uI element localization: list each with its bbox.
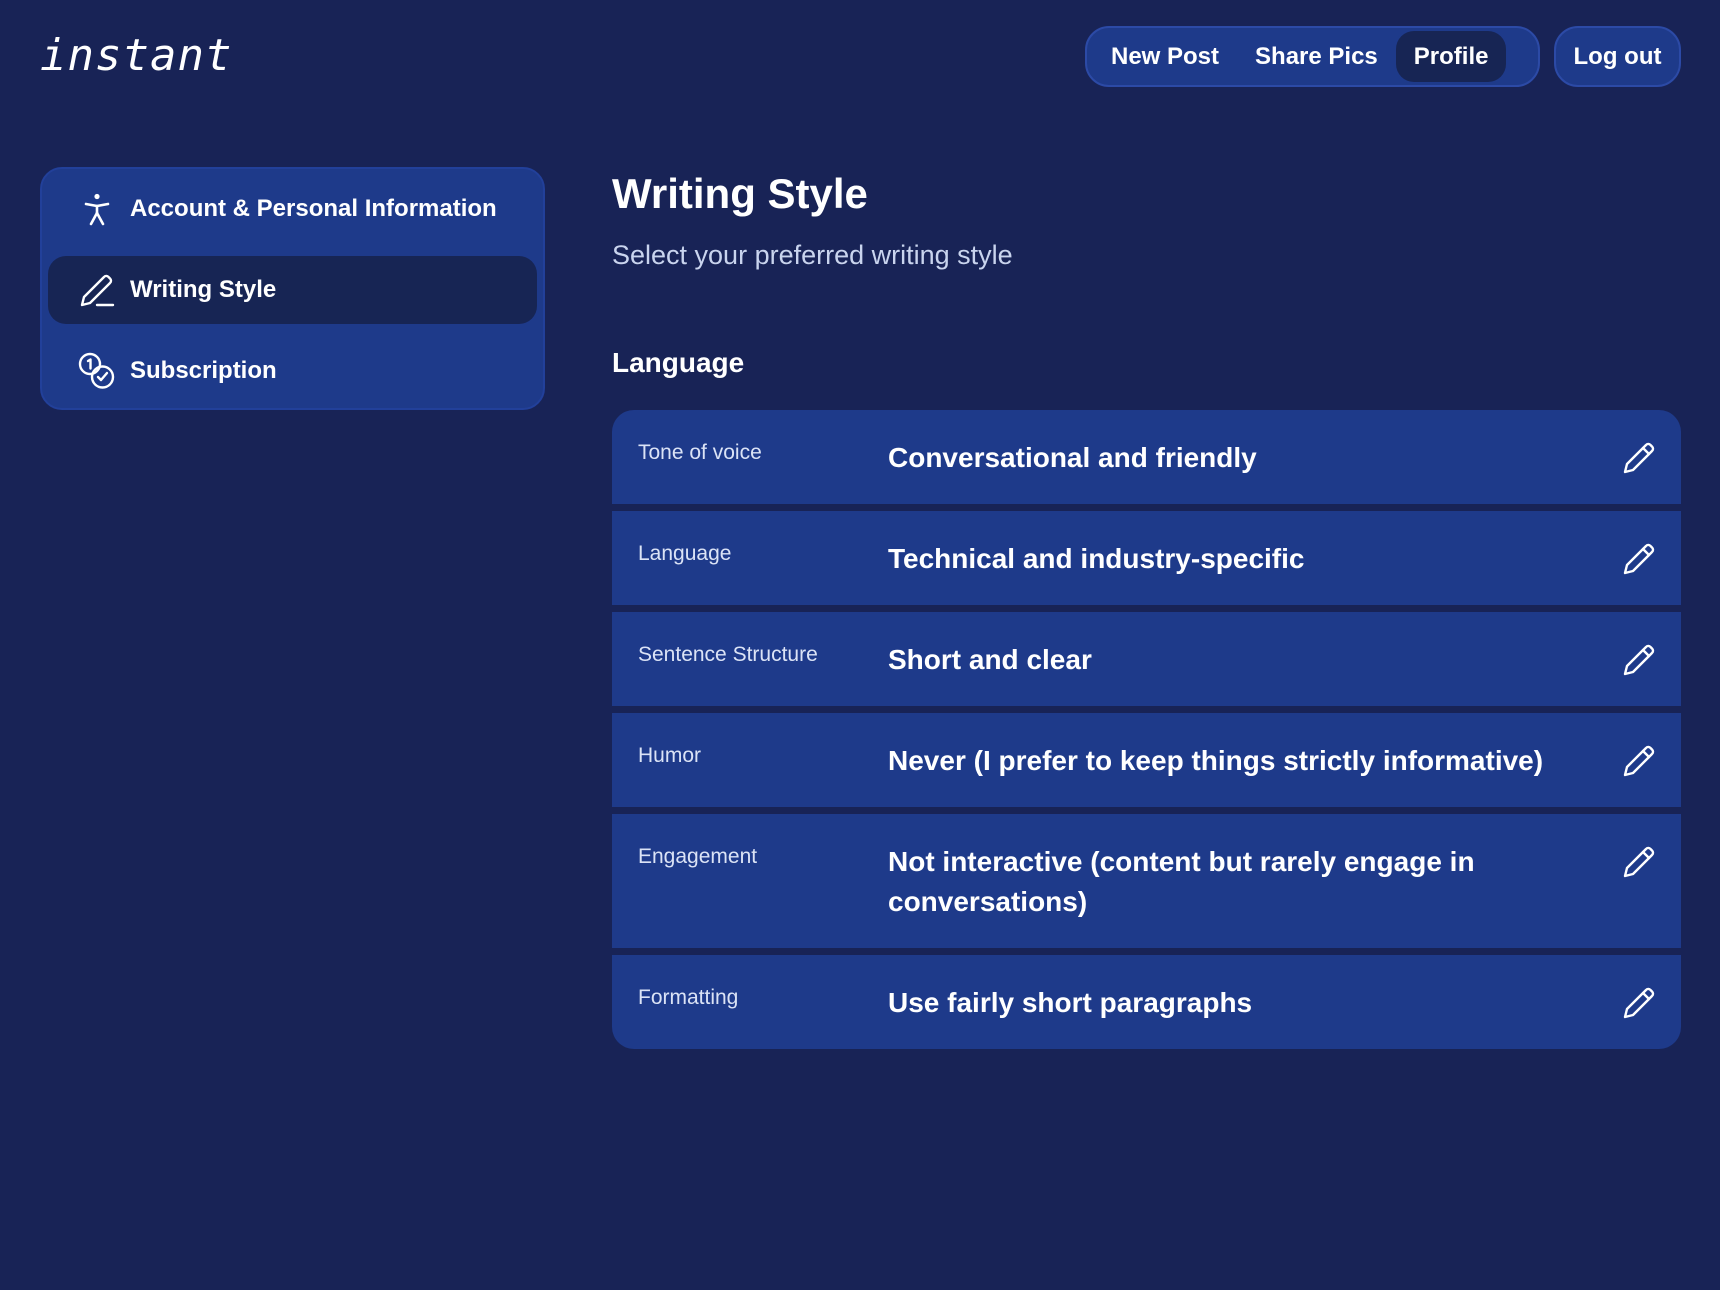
edit-pencil-icon[interactable] (1619, 741, 1659, 781)
logout-button[interactable]: Log out (1554, 26, 1681, 87)
edit-pencil-icon[interactable] (1619, 640, 1659, 680)
setting-value: Technical and industry-specific (888, 543, 1305, 574)
page-title: Writing Style (612, 170, 868, 217)
sidebar-item-label: Writing Style (130, 276, 277, 303)
page-subtitle: Select your preferred writing style (612, 240, 1013, 270)
top-nav: New Post Share Pics Profile (1085, 26, 1540, 87)
sidebar-item-subscription[interactable]: Subscription (48, 337, 537, 405)
setting-label: Language (638, 542, 732, 565)
edit-pencil-icon[interactable] (1619, 842, 1659, 882)
setting-value: Never (I prefer to keep things strictly … (888, 745, 1544, 776)
person-icon (78, 190, 116, 228)
setting-row-sentence-structure[interactable]: Sentence Structure Short and clear (612, 612, 1681, 706)
setting-row-engagement[interactable]: Engagement Not interactive (content but … (612, 814, 1681, 948)
setting-value: Short and clear (888, 644, 1092, 675)
setting-label: Formatting (638, 986, 739, 1009)
nav-profile[interactable]: Profile (1395, 31, 1507, 82)
coins-icon (78, 352, 116, 390)
setting-row-formatting[interactable]: Formatting Use fairly short paragraphs (612, 955, 1681, 1049)
settings-list: Tone of voice Conversational and friendl… (612, 410, 1681, 1049)
setting-value: Use fairly short paragraphs (888, 987, 1253, 1018)
setting-label: Tone of voice (638, 441, 762, 464)
setting-label: Humor (638, 744, 702, 767)
edit-pencil-icon[interactable] (1619, 438, 1659, 478)
setting-label: Sentence Structure (638, 643, 818, 666)
sidebar-item-writing-style[interactable]: Writing Style (48, 256, 537, 324)
setting-row-humor[interactable]: Humor Never (I prefer to keep things str… (612, 713, 1681, 807)
edit-pencil-icon[interactable] (1619, 983, 1659, 1023)
pen-icon (78, 271, 116, 309)
setting-value: Conversational and friendly (888, 442, 1257, 473)
setting-row-tone[interactable]: Tone of voice Conversational and friendl… (612, 410, 1681, 504)
sidebar-item-account[interactable]: Account & Personal Information (48, 175, 537, 243)
nav-share-pics[interactable]: Share Pics (1237, 31, 1396, 82)
settings-sidebar: Account & Personal Information Writing S… (40, 167, 545, 410)
edit-pencil-icon[interactable] (1619, 539, 1659, 579)
setting-row-language[interactable]: Language Technical and industry-specific (612, 511, 1681, 605)
setting-label: Engagement (638, 845, 758, 868)
sidebar-item-label: Account & Personal Information (130, 195, 497, 222)
setting-value: Not interactive (content but rarely enga… (888, 846, 1475, 917)
section-title: Language (612, 347, 745, 378)
sidebar-item-label: Subscription (130, 357, 277, 384)
nav-new-post[interactable]: New Post (1093, 31, 1237, 82)
app-logo[interactable]: instant (40, 30, 232, 81)
